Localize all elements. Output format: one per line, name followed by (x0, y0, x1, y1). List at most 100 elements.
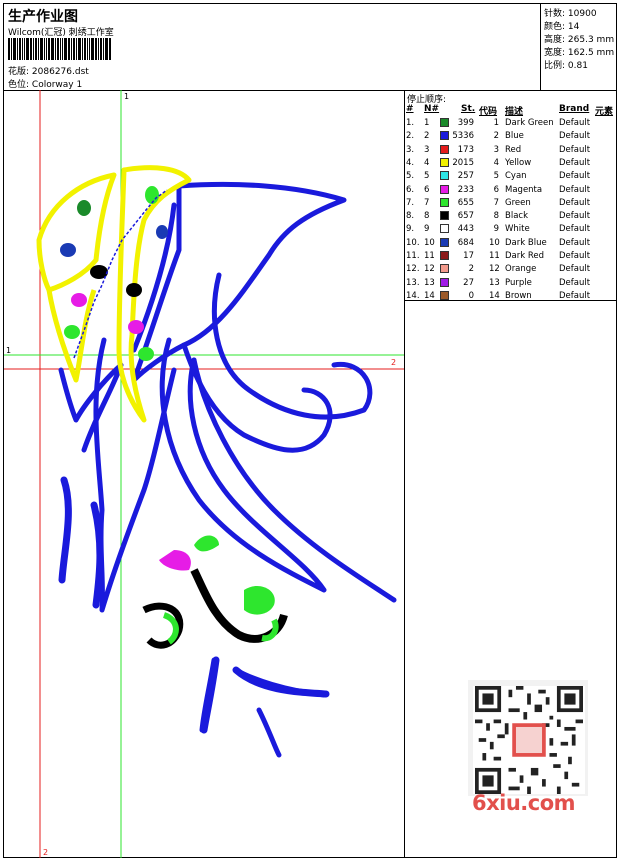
row-stitches: 257 (457, 171, 474, 182)
row-stitches: 443 (457, 224, 474, 235)
row-brand: Default (559, 224, 591, 235)
row-desc: Blue (505, 131, 524, 142)
legend-row[interactable]: 4. 4 2015 4 Yellow Default (405, 157, 616, 170)
row-brand: Default (559, 131, 591, 142)
col-code: 代码 (479, 107, 498, 117)
color-swatch (440, 277, 449, 287)
legend-row[interactable]: 10. 10 684 10 Dark Blue Default (405, 237, 616, 250)
row-brand: Default (559, 118, 591, 128)
row-desc: Cyan (505, 171, 527, 182)
row-no: 10 (424, 237, 435, 248)
row-stitches: 2 (468, 264, 474, 275)
color-swatch (440, 144, 449, 154)
color-swatch (440, 224, 449, 234)
color-swatch (440, 118, 449, 127)
row-no: 13 (424, 277, 435, 288)
row-index: 11. (406, 251, 420, 261)
row-no: 14 (424, 290, 435, 301)
site-logo[interactable]: 6xiu.com (472, 791, 576, 815)
barcode (8, 38, 144, 60)
row-brand: Default (559, 251, 591, 261)
colorway-value: Colorway 1 (31, 80, 83, 90)
row-no: 4 (424, 157, 430, 168)
stitches-stat: 针数: 10900 (544, 9, 597, 19)
legend-row[interactable]: 6. 6 233 6 Magenta Default (405, 184, 616, 197)
row-code: 5 (493, 171, 499, 182)
row-stitches: 5336 (452, 131, 474, 142)
legend-row[interactable]: 11. 11 17 11 Dark Red Default (405, 250, 616, 263)
color-swatch (440, 131, 449, 141)
row-brand: Default (559, 211, 591, 222)
side-panel: 停止顺序: # N# St. 代码 描述 Brand 元素 1. 1 399 1 Dar… (405, 90, 616, 858)
guide-label-top-1: 1 (124, 92, 130, 101)
row-index: 14. (406, 290, 420, 301)
row-brand: Default (559, 290, 591, 301)
legend-row[interactable]: 14. 14 0 14 Brown Default (405, 290, 616, 303)
legend-row[interactable]: 9. 9 443 9 White Default (405, 223, 616, 236)
legend-row[interactable]: 7. 7 655 7 Green Default (405, 197, 616, 210)
row-stitches: 17 (463, 251, 474, 261)
row-no: 2 (424, 131, 430, 142)
guide-label-bottom-2: 2 (43, 848, 49, 857)
row-stitches: 655 (457, 197, 474, 208)
color-swatch (440, 171, 449, 181)
row-desc: Black (505, 211, 528, 222)
company-name: Wilcom(汇冠) 刺绣工作室 (8, 28, 114, 38)
row-stitches: 399 (457, 118, 474, 128)
row-index: 5. (406, 171, 415, 182)
row-stitches: 657 (457, 211, 474, 222)
color-swatch (440, 237, 449, 247)
row-no: 3 (424, 144, 430, 155)
row-code: 8 (493, 211, 499, 222)
row-desc: Brown (505, 290, 532, 301)
row-desc: Orange (505, 264, 537, 275)
row-brand: Default (559, 197, 591, 208)
design-canvas[interactable]: 1 1 2 2 (4, 90, 405, 858)
row-brand: Default (559, 264, 591, 275)
row-code: 10 (489, 237, 500, 248)
row-code: 4 (493, 157, 499, 168)
color-legend: 停止顺序: # N# St. 代码 描述 Brand 元素 1. 1 399 1 Dar… (405, 90, 616, 301)
row-index: 13. (406, 277, 420, 288)
sheet-header: 生产作业图 Wilcom(汇冠) 刺绣工作室 花版: 2086276.dst 色… (4, 4, 616, 91)
color-swatch (440, 184, 449, 194)
legend-row[interactable]: 13. 13 27 13 Purple Default (405, 277, 616, 290)
row-index: 4. (406, 157, 415, 168)
row-no: 5 (424, 171, 430, 182)
row-no: 1 (424, 118, 430, 128)
legend-row[interactable]: 8. 8 657 8 Black Default (405, 210, 616, 223)
row-index: 2. (406, 131, 415, 142)
row-index: 8. (406, 211, 415, 222)
col-index: # (406, 104, 414, 114)
pattern-label: 花版: (8, 67, 30, 77)
row-brand: Default (559, 171, 591, 182)
row-no: 7 (424, 197, 430, 208)
row-code: 11 (489, 251, 500, 261)
row-desc: Dark Green (505, 118, 554, 128)
scale-stat: 比例: 0.81 (544, 61, 588, 71)
legend-row[interactable]: 12. 12 2 12 Orange Default (405, 263, 616, 276)
legend-row[interactable]: 2. 2 5336 2 Blue Default (405, 130, 616, 143)
guide-label-right-2: 2 (391, 358, 397, 367)
legend-row[interactable]: 1. 1 399 1 Dark Green Default (405, 117, 616, 130)
height-stat: 高度: 265.3 mm (544, 35, 615, 45)
pattern-value: 2086276.dst (31, 67, 89, 77)
row-no: 11 (424, 251, 435, 261)
color-swatch (440, 211, 449, 221)
row-no: 6 (424, 184, 430, 195)
row-stitches: 233 (457, 184, 474, 195)
legend-row[interactable]: 5. 5 257 5 Cyan Default (405, 170, 616, 183)
row-stitches: 27 (463, 277, 474, 288)
row-index: 7. (406, 197, 415, 208)
guide-label-left-1: 1 (6, 346, 12, 355)
legend-row[interactable]: 3. 3 173 3 Red Default (405, 144, 616, 157)
row-desc: Purple (505, 277, 532, 288)
sheet-title: 生产作业图 (8, 9, 78, 25)
row-brand: Default (559, 184, 591, 195)
row-code: 3 (493, 144, 499, 155)
pattern-line: 花版: 2086276.dst (8, 64, 89, 77)
row-no: 8 (424, 211, 430, 222)
row-no: 9 (424, 224, 430, 235)
row-no: 12 (424, 264, 435, 275)
row-desc: Magenta (505, 184, 543, 195)
